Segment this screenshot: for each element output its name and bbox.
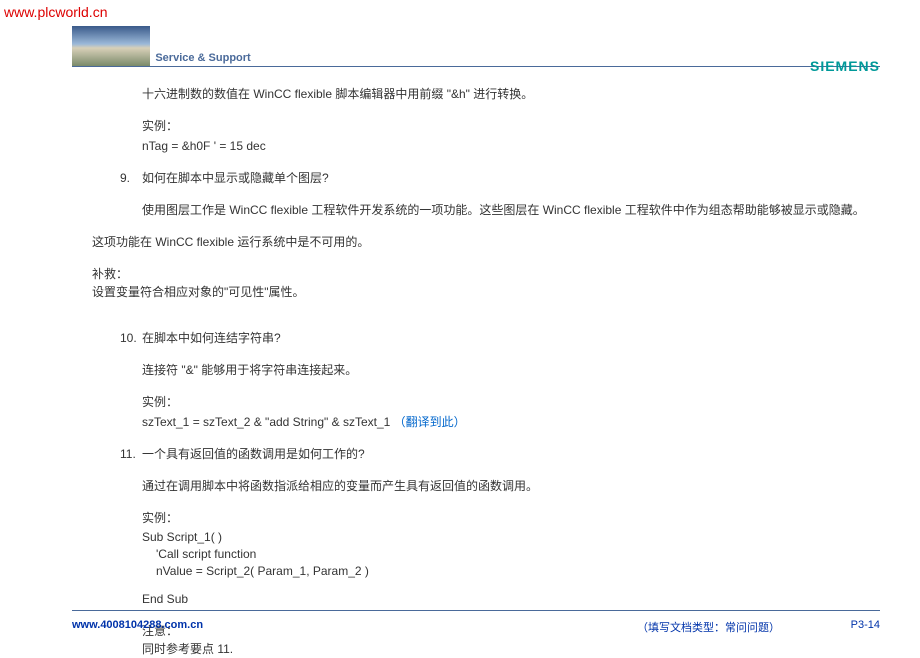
example-code-2-text: szText_1 = szText_2 & "add String" & szT… [142, 415, 390, 429]
q9-fix-text: 设置变量符合相应对象的"可见性"属性。 [92, 283, 880, 301]
code-line-2: 'Call script function [142, 546, 880, 563]
service-support-label: Service & Support [155, 52, 250, 66]
q9-answer: 使用图层工作是 WinCC flexible 工程软件开发系统的一项功能。这些图… [142, 201, 880, 219]
code-line-3: nValue = Script_2( Param_1, Param_2 ) [142, 563, 880, 580]
code-line-4: End Sub [142, 591, 880, 608]
q11-text: 一个具有返回值的函数调用是如何工作的? [142, 447, 365, 461]
q9-fix: 补救： 设置变量符合相应对象的"可见性"属性。 [92, 265, 880, 301]
example-label-3: 实例： [142, 509, 880, 527]
q9-number: 9. [120, 169, 142, 187]
footer: www.4008104288.com.cn （填写文档类型：常问问题） P3-1… [72, 610, 880, 631]
footer-page: P3-14 [851, 619, 880, 631]
q10-text: 在脚本中如何连结字符串? [142, 331, 281, 345]
q10-answer: 连接符 "&" 能够用于将字符串连接起来。 [142, 361, 880, 379]
footer-link[interactable]: www.4008104288.com.cn [72, 619, 203, 631]
note-text: 同时参考要点 11. [142, 640, 880, 658]
example-code-1: nTag = &h0F ' = 15 dec [142, 137, 880, 155]
header: Service & Support [0, 0, 920, 66]
q10-number: 10. [120, 329, 142, 347]
footer-divider [72, 610, 880, 611]
q9-text: 如何在脚本中显示或隐藏单个图层? [142, 171, 329, 185]
main-content: 十六进制数的数值在 WinCC flexible 脚本编辑器中用前缀 "&h" … [0, 67, 920, 658]
code-line-1: Sub Script_1( ) [142, 529, 880, 546]
question-10: 10.在脚本中如何连结字符串? [120, 329, 880, 347]
q11-number: 11. [120, 445, 142, 463]
example-code-2: szText_1 = szText_2 & "add String" & szT… [142, 413, 880, 431]
code-block-sub: Sub Script_1( ) 'Call script function nV… [142, 529, 880, 608]
q9-note1: 这项功能在 WinCC flexible 运行系统中是不可用的。 [92, 233, 880, 251]
question-9: 9.如何在脚本中显示或隐藏单个图层? [120, 169, 880, 187]
footer-content: www.4008104288.com.cn （填写文档类型：常问问题） P3-1… [72, 619, 880, 631]
q11-answer: 通过在调用脚本中将函数指派给相应的变量而产生具有返回值的函数调用。 [142, 477, 880, 495]
translate-link[interactable]: （翻译到此） [394, 415, 466, 429]
intro-paragraph: 十六进制数的数值在 WinCC flexible 脚本编辑器中用前缀 "&h" … [142, 85, 880, 103]
footer-doctype: （填写文档类型：常问问题） [637, 619, 780, 635]
example-label-1: 实例： [142, 117, 880, 135]
header-banner-image [72, 26, 150, 66]
q9-fix-label: 补救： [92, 265, 880, 283]
example-label-2: 实例： [142, 393, 880, 411]
siemens-logo: SIEMENS [810, 58, 880, 74]
question-11: 11.一个具有返回值的函数调用是如何工作的? [120, 445, 880, 463]
